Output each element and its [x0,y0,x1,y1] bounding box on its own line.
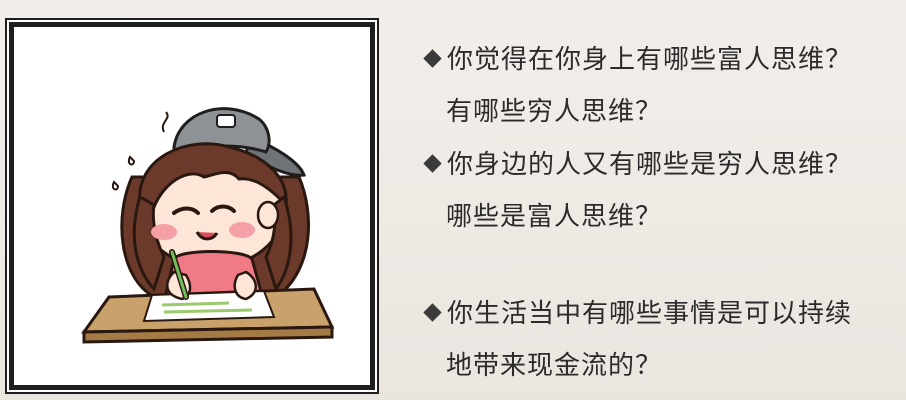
question-3-line-1: 你生活当中有哪些事情是可以持续 [422,300,852,328]
question-2-line-2: 哪些是富人思维？ [446,202,663,232]
question-1-line-1: 你觉得在你身上有哪些富人思维？ [422,46,852,74]
diamond-bullet-icon [423,303,442,322]
question-3-text: 你生活当中有哪些事情是可以持续 [447,299,853,329]
diamond-bullet-icon [423,49,442,68]
girl-writing-illustration-icon [81,107,335,344]
question-2-text: 你身边的人又有哪些是穷人思维？ [447,150,853,180]
diamond-bullet-icon [423,154,442,173]
question-1-text: 你觉得在你身上有哪些富人思维？ [447,45,853,75]
question-2-line-1: 你身边的人又有哪些是穷人思维？ [422,151,852,179]
question-1-line-2: 有哪些穷人思维？ [446,97,663,127]
question-3-line-2: 地带来现金流的？ [446,351,663,381]
illustration-frame [9,22,375,390]
